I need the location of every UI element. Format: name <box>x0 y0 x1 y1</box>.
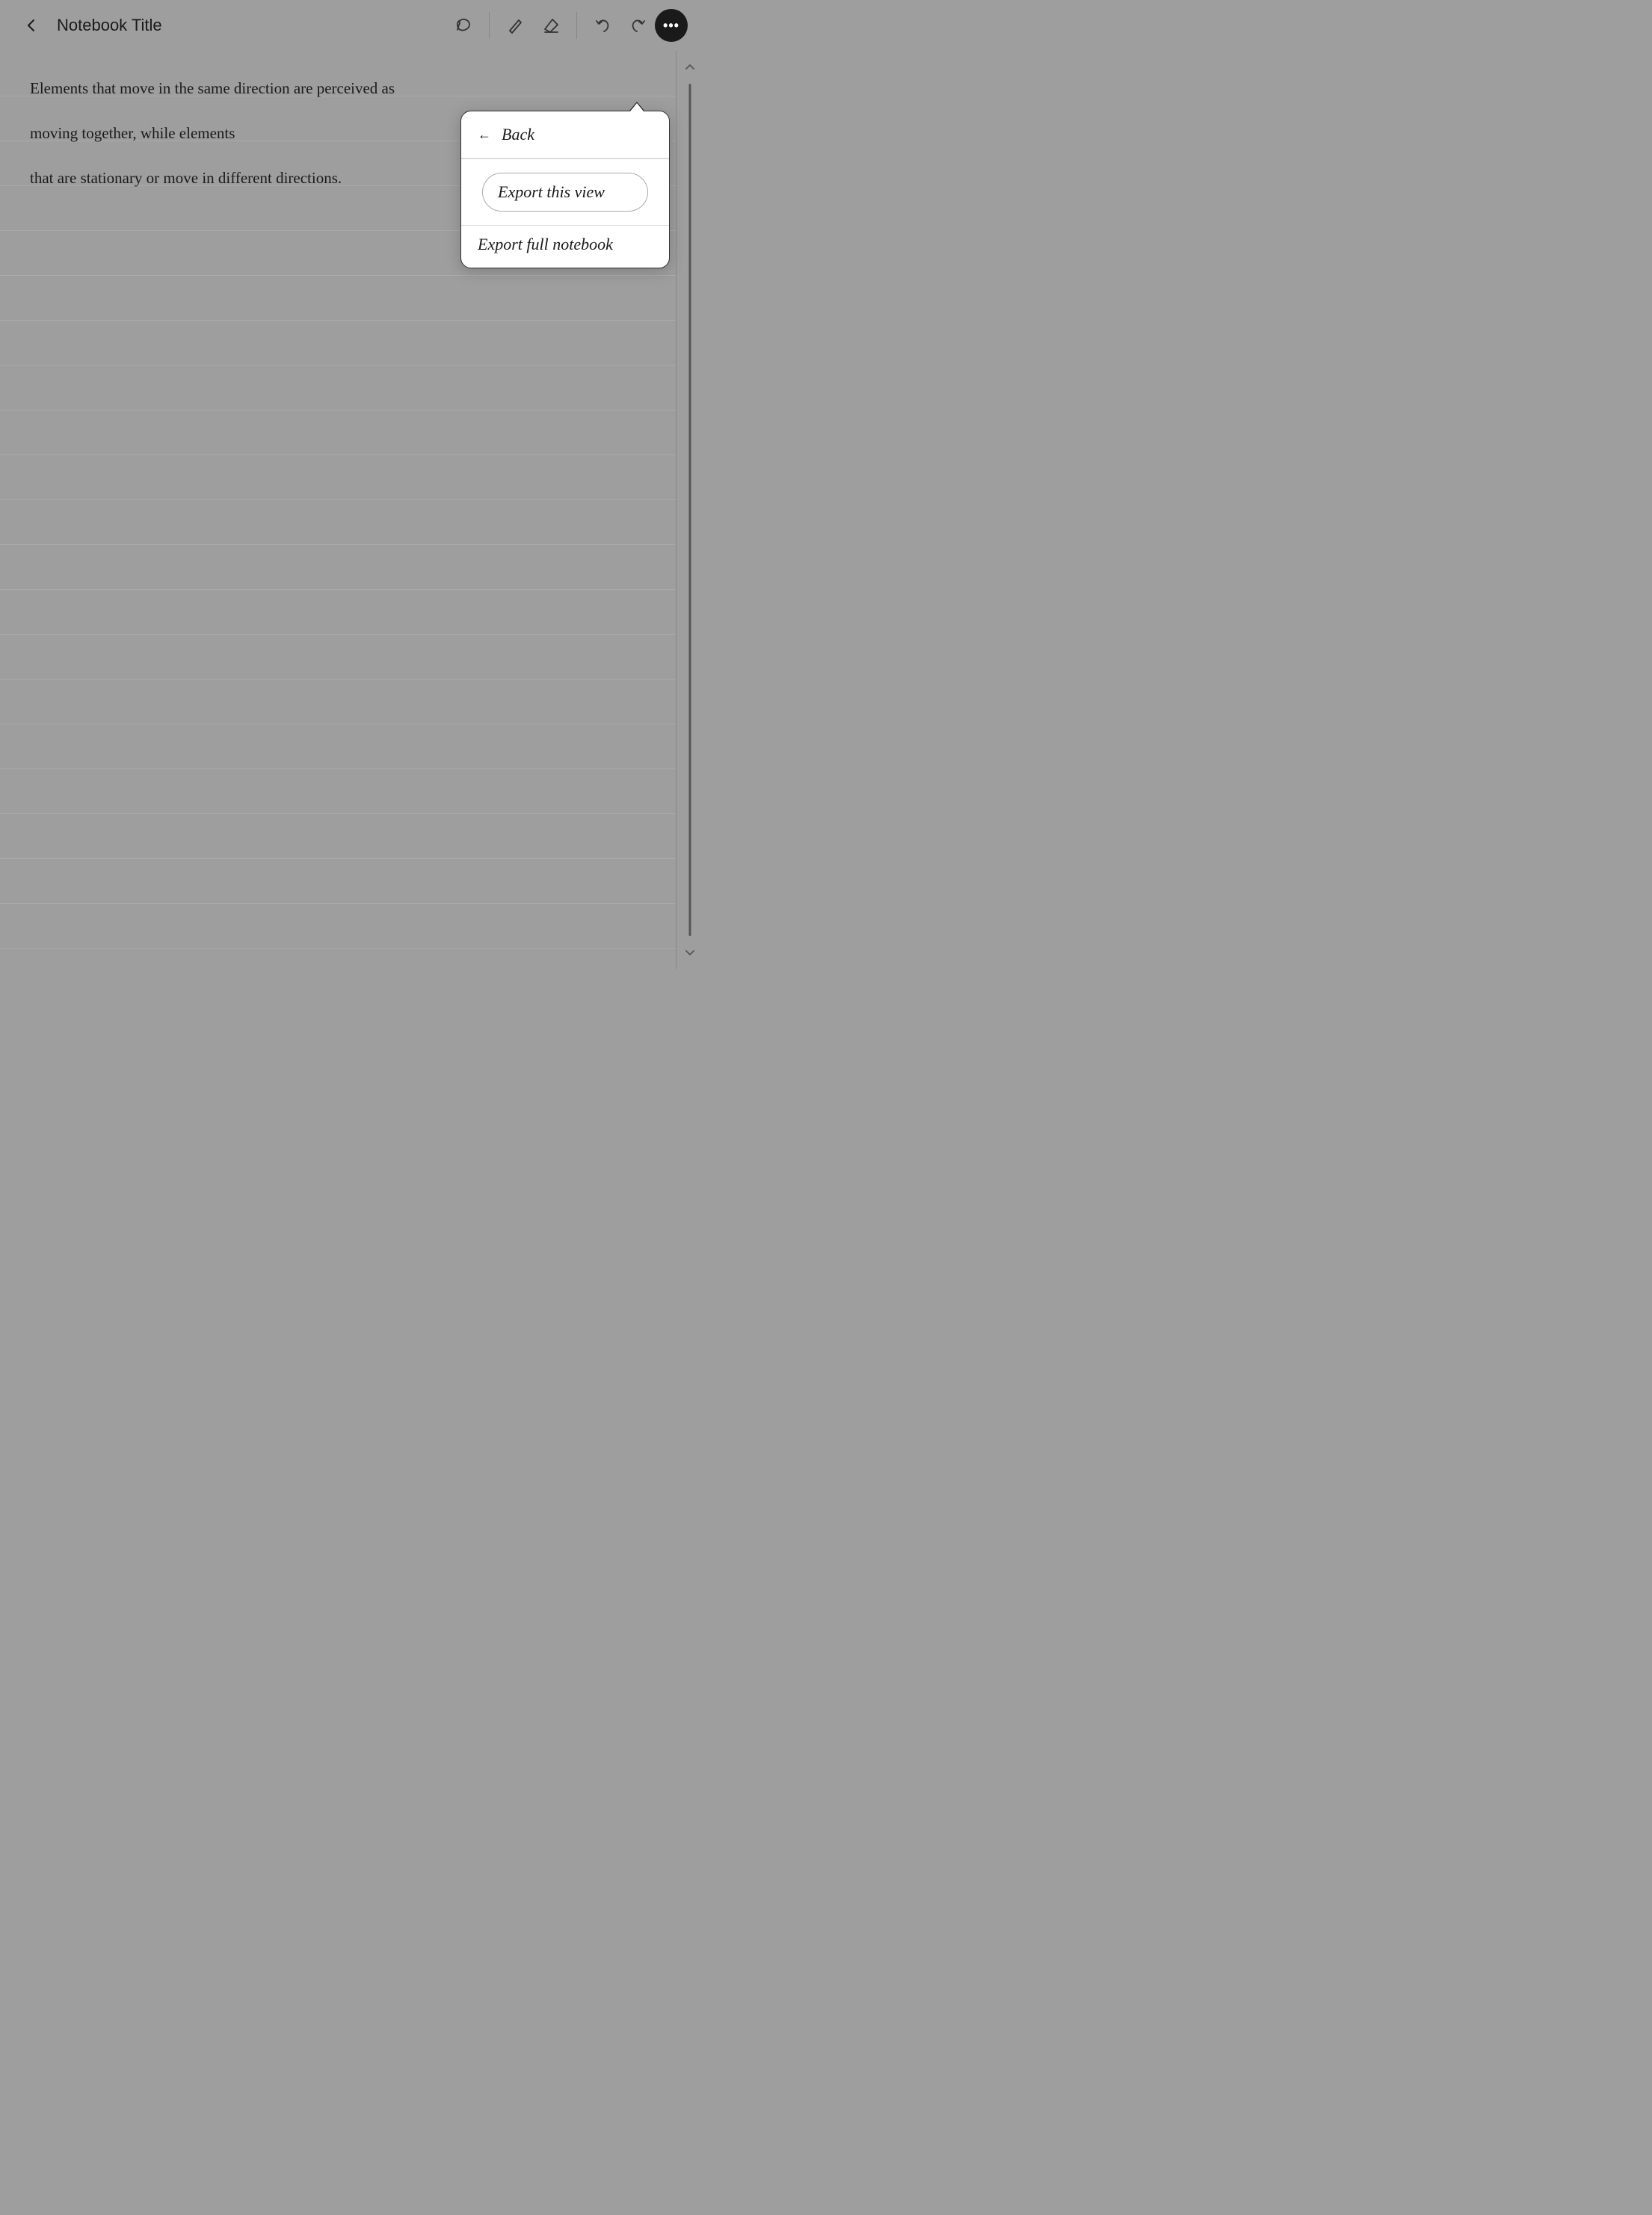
scrollbar-thumb <box>688 84 691 936</box>
line <box>0 544 703 545</box>
scrollbar-track <box>676 51 703 969</box>
export-view-label: Export this view <box>498 182 605 202</box>
dropdown-menu: ← Back Export this view Export full note… <box>460 111 670 268</box>
export-view-wrapper: Export this view <box>461 159 669 225</box>
notebook-title: Notebook Title <box>57 16 162 35</box>
pen-button[interactable] <box>499 9 531 42</box>
export-notebook-item[interactable]: Export full notebook <box>461 226 669 268</box>
line <box>0 589 703 590</box>
scrollbar-track-inner <box>676 84 703 936</box>
line <box>0 768 703 769</box>
toolbar-left: Notebook Title <box>15 9 447 42</box>
scroll-up-button[interactable] <box>676 51 703 84</box>
export-notebook-label: Export full notebook <box>478 235 613 254</box>
redo-button[interactable] <box>622 9 655 42</box>
toolbar-divider-2 <box>576 12 577 39</box>
line <box>0 679 703 680</box>
notebook-area: Elements that move in the same direction… <box>0 51 703 969</box>
line <box>0 320 703 321</box>
eraser-button[interactable] <box>534 9 567 42</box>
line <box>0 499 703 500</box>
back-arrow-icon: ← <box>478 127 491 143</box>
undo-button[interactable] <box>586 9 619 42</box>
line <box>0 813 703 814</box>
dropdown-arrow <box>629 102 644 111</box>
toolbar: Notebook Title <box>0 0 703 51</box>
scroll-down-button[interactable] <box>676 936 703 969</box>
line <box>0 275 703 276</box>
more-button[interactable]: ••• <box>655 9 688 42</box>
lasso-button[interactable] <box>447 9 480 42</box>
menu-back-item[interactable]: ← Back <box>461 111 669 158</box>
back-button[interactable] <box>15 9 48 42</box>
line <box>0 634 703 635</box>
line <box>0 365 703 366</box>
toolbar-right: ••• <box>655 9 688 42</box>
toolbar-divider-1 <box>489 12 490 39</box>
toolbar-center <box>447 9 655 42</box>
line <box>0 858 703 859</box>
line <box>0 903 703 904</box>
line <box>0 948 703 949</box>
export-view-item[interactable]: Export this view <box>482 173 648 212</box>
back-label: Back <box>502 125 534 144</box>
